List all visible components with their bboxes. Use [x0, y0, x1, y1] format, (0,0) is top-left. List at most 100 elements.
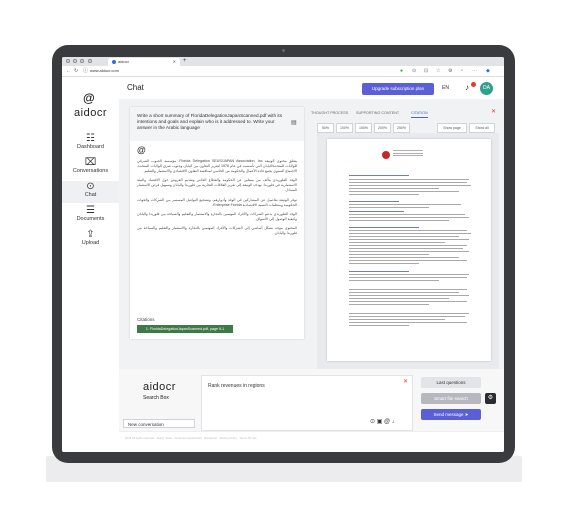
pdf-text-line	[349, 188, 439, 190]
search-box-label: Search Box	[143, 395, 169, 401]
microphone-icon[interactable]: ♩	[392, 419, 398, 425]
reload-icon[interactable]: ↻	[74, 67, 78, 75]
show-all-button[interactable]: Show all	[469, 123, 495, 133]
mention-icon[interactable]: @	[384, 419, 390, 425]
bookmark-icon[interactable]: ☆	[436, 67, 440, 75]
sidebar-item-label: Upload	[81, 240, 100, 246]
speech-icon[interactable]: ⊙	[370, 419, 375, 425]
pdf-text-line	[349, 242, 445, 244]
window-control-icon[interactable]	[80, 59, 84, 63]
notification-badge	[471, 82, 476, 87]
tab-supporting-content[interactable]: SUPPORTING CONTENT	[356, 109, 399, 117]
pdf-text-line	[349, 319, 445, 321]
window-control-icon[interactable]	[73, 59, 77, 63]
tab-citation[interactable]: CITATION	[411, 109, 428, 118]
answer-paragraph: المحتوى موجه بشكل أساسي إلى الشركات والأ…	[137, 225, 297, 236]
pdf-header	[393, 150, 423, 158]
query-input[interactable]: Rank revenues in regions ✕ ⊙ ▣ @ ♩	[201, 375, 413, 431]
menu-icon[interactable]: ⋯	[472, 67, 477, 75]
pdf-text-line	[349, 191, 459, 193]
conversations-icon: ⌧	[84, 157, 97, 168]
pdf-text-line	[349, 194, 419, 196]
pdf-text-line	[349, 280, 439, 282]
smart-file-search-button[interactable]: Smart file search	[421, 393, 481, 404]
zoom-50-button[interactable]: 50%	[317, 123, 334, 133]
pdf-text-line	[349, 325, 409, 327]
show-page-button[interactable]: Show page	[437, 123, 467, 133]
upgrade-subscription-button[interactable]: Upgrade subscription plan	[362, 83, 434, 95]
citation-link[interactable]: 1. FloridaDelegationJapanScanned.pdf, pa…	[137, 325, 233, 333]
sidebar-item-documents[interactable]: ☰ Documents	[62, 205, 119, 227]
pdf-text-line	[349, 322, 467, 324]
footer-links: 2024 All rights reserved · Aidocr Team ·…	[125, 436, 257, 440]
pdf-text-line	[349, 251, 469, 253]
aidocr-logo-icon: @	[83, 91, 95, 105]
pdf-text-line	[349, 248, 463, 250]
edge-copilot-icon[interactable]: ◆	[486, 67, 490, 75]
answer-text: يتعلق محتوى الوثيقة Florida Delegation S…	[137, 159, 297, 240]
window-control-icon[interactable]	[66, 59, 70, 63]
pdf-text-line	[349, 201, 399, 203]
pdf-text-line	[349, 239, 469, 241]
pdf-text-line	[349, 179, 469, 181]
browser-tab[interactable]: aidocr ✕	[108, 58, 180, 66]
send-message-button[interactable]: Send message ➤	[421, 409, 481, 420]
extensions-icon[interactable]: ⚙	[448, 67, 452, 75]
tab-search-icon[interactable]	[88, 59, 92, 63]
sidebar-item-dashboard[interactable]: ☷ Dashboard	[62, 133, 119, 155]
camera-dot	[282, 49, 285, 52]
zoom-250-button[interactable]: 250%	[393, 123, 410, 133]
pdf-text-line	[349, 263, 419, 265]
close-panel-icon[interactable]: ✕	[491, 108, 496, 115]
document-panel-tabs: THOUGHT PROCESS SUPPORTING CONTENT CITAT…	[311, 108, 501, 118]
sidebar-item-upload[interactable]: ⇪ Upload	[62, 229, 119, 251]
zoom-100-button[interactable]: 100%	[336, 123, 353, 133]
search-box-logo: aidocr	[143, 381, 176, 393]
answer-paragraph: يتعلق محتوى الوثيقة Florida Delegation S…	[137, 159, 298, 174]
gear-icon[interactable]: ⚙	[485, 393, 496, 404]
pdf-text-line	[349, 204, 461, 206]
profile-icon[interactable]: ◔	[460, 67, 463, 75]
pdf-text-line	[349, 182, 467, 184]
pdf-text-line	[349, 227, 419, 229]
answer-paragraph: الوفد الفلوريدي يدعم الشركات والأفراد ال…	[137, 211, 297, 221]
language-selector[interactable]: EN	[442, 85, 449, 91]
sidebar-item-label: Documents	[76, 216, 105, 222]
browser-tab-title: aidocr	[118, 59, 129, 64]
sidebar-item-conversations[interactable]: ⌧ Conversations	[62, 157, 119, 179]
pdf-text-line	[349, 304, 429, 306]
pdf-text-line	[349, 185, 471, 187]
clear-query-icon[interactable]: ✕	[403, 378, 408, 385]
user-question: Write a short summary of FloridaDelegati…	[130, 107, 304, 141]
new-tab-button[interactable]: +	[183, 57, 187, 66]
documents-icon: ☰	[86, 205, 95, 216]
back-icon[interactable]: ←	[66, 67, 71, 75]
new-conversation-button[interactable]: New conversation	[123, 419, 195, 428]
pdf-viewer[interactable]	[317, 133, 499, 369]
pdf-text-line	[349, 220, 449, 222]
pdf-text-line	[349, 295, 469, 297]
app-header: Chat Upgrade subscription plan EN ♪ DA	[119, 77, 504, 99]
pdf-text-line	[349, 207, 429, 209]
browser-tabstrip: aidocr ✕ +	[62, 57, 504, 66]
lens-icon[interactable]: ⊙	[412, 67, 416, 75]
notification-bell-icon[interactable]: ♪	[465, 83, 469, 92]
install-icon[interactable]: ⊡	[424, 67, 428, 75]
tab-thought-process[interactable]: THOUGHT PROCESS	[311, 109, 348, 117]
attach-file-icon[interactable]: ▣	[377, 419, 383, 425]
query-text: Rank revenues in regions	[208, 383, 265, 389]
chat-message-card: Write a short summary of FloridaDelegati…	[130, 107, 304, 339]
pdf-text-line	[349, 257, 459, 259]
pdf-text-line	[349, 289, 467, 291]
zoom-150-button[interactable]: 150%	[355, 123, 372, 133]
close-tab-icon[interactable]: ✕	[173, 58, 176, 66]
last-questions-button[interactable]: Last questions	[421, 377, 481, 388]
site-info-icon[interactable]: ⓘ	[83, 67, 88, 75]
avatar[interactable]: DA	[480, 82, 493, 95]
pdf-text-line	[349, 230, 467, 232]
extension-icon[interactable]: ●	[400, 67, 403, 75]
sidebar-item-chat[interactable]: ⊙ Chat	[62, 181, 119, 203]
url-field[interactable]: www.aidocr.com	[90, 68, 390, 74]
zoom-200-button[interactable]: 200%	[374, 123, 391, 133]
copy-question-icon[interactable]: ▤	[291, 119, 297, 126]
